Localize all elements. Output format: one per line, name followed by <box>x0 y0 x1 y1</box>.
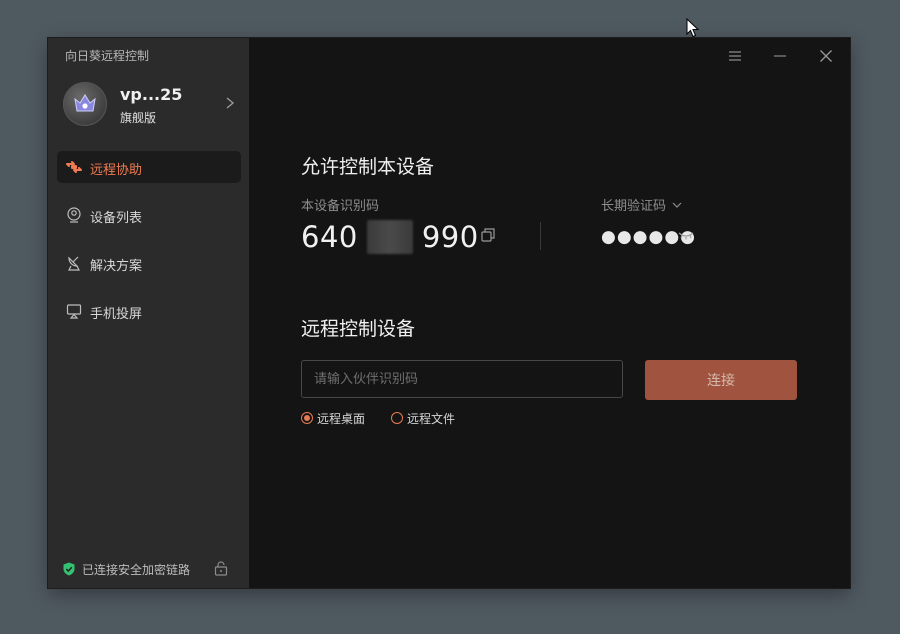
minimize-icon[interactable] <box>770 46 790 66</box>
sidebar-item-remote-assist[interactable]: 远程协助 <box>57 151 241 183</box>
security-footer: 已连接安全加密链路 <box>48 548 249 588</box>
device-id-prefix: 640 <box>301 220 358 254</box>
sidebar-item-label: 设备列表 <box>90 211 143 226</box>
sidebar-item-screen-cast[interactable]: 手机投屏 <box>57 295 241 327</box>
menu-icon[interactable] <box>725 46 745 66</box>
sidebar-item-label: 手机投屏 <box>90 307 143 322</box>
radio-remote-desktop[interactable]: 远程桌面 <box>301 410 371 428</box>
chevron-down-icon <box>672 202 682 208</box>
sidebar-item-device-list[interactable]: 设备列表 <box>57 199 241 231</box>
sidebar-nav: 远程协助 设备列表 解决方案 手机投屏 <box>57 151 241 343</box>
user-profile[interactable]: vp...25 旗舰版 <box>58 78 240 134</box>
satellite-dish-icon <box>68 256 80 271</box>
verification-code-label: 长期验证码 <box>601 199 667 214</box>
sidebar: 向日葵远程控制 vp...25 旗舰版 远程协助 设备列表 解决方案 手机投屏 … <box>48 38 249 588</box>
device-id-label: 本设备识别码 <box>301 199 380 214</box>
connect-button[interactable]: 连接 <box>645 360 797 400</box>
radio-label: 远程文件 <box>407 412 456 426</box>
shield-check-icon <box>63 562 75 576</box>
mouse-cursor-icon <box>686 18 700 38</box>
crown-icon <box>74 94 96 112</box>
divider <box>540 222 541 250</box>
sidebar-item-label: 远程协助 <box>90 163 143 178</box>
radio-unselected-indicator <box>391 412 403 424</box>
sidebar-item-solutions[interactable]: 解决方案 <box>57 247 241 279</box>
secure-connection-text: 已连接安全加密链路 <box>82 563 191 577</box>
device-id-suffix: 990 <box>421 220 479 254</box>
allow-control-title: 允许控制本设备 <box>301 156 435 178</box>
code-label[interactable]: 长期验证码 <box>601 195 682 214</box>
user-tier: 旗舰版 <box>120 111 157 125</box>
app-title: 向日葵远程控制 <box>65 49 150 63</box>
user-name: vp...25 <box>120 85 183 104</box>
radio-label: 远程桌面 <box>317 412 366 426</box>
remote-assist-icon <box>66 161 82 173</box>
close-icon[interactable] <box>816 46 836 66</box>
device-id: 640 990 <box>301 218 479 254</box>
radio-remote-file[interactable]: 远程文件 <box>391 410 461 428</box>
lock-icon[interactable] <box>214 561 228 576</box>
partner-id-input[interactable] <box>301 360 623 398</box>
avatar <box>63 82 107 126</box>
chevron-right-icon <box>226 97 235 109</box>
redacted-id-segment <box>366 220 413 254</box>
app-window: 向日葵远程控制 vp...25 旗舰版 远程协助 设备列表 解决方案 手机投屏 … <box>48 38 850 588</box>
main-panel: 允许控制本设备 本设备识别码 640 990 长期验证码 ●●●●●● 远程控制设… <box>249 38 850 588</box>
remote-control-title: 远程控制设备 <box>301 318 416 340</box>
device-list-icon <box>67 207 81 223</box>
copy-icon[interactable] <box>481 228 495 242</box>
screen-cast-icon <box>66 304 82 319</box>
sidebar-item-label: 解决方案 <box>90 259 143 274</box>
radio-selected-indicator <box>301 412 313 424</box>
eye-closed-icon[interactable] <box>678 231 694 241</box>
